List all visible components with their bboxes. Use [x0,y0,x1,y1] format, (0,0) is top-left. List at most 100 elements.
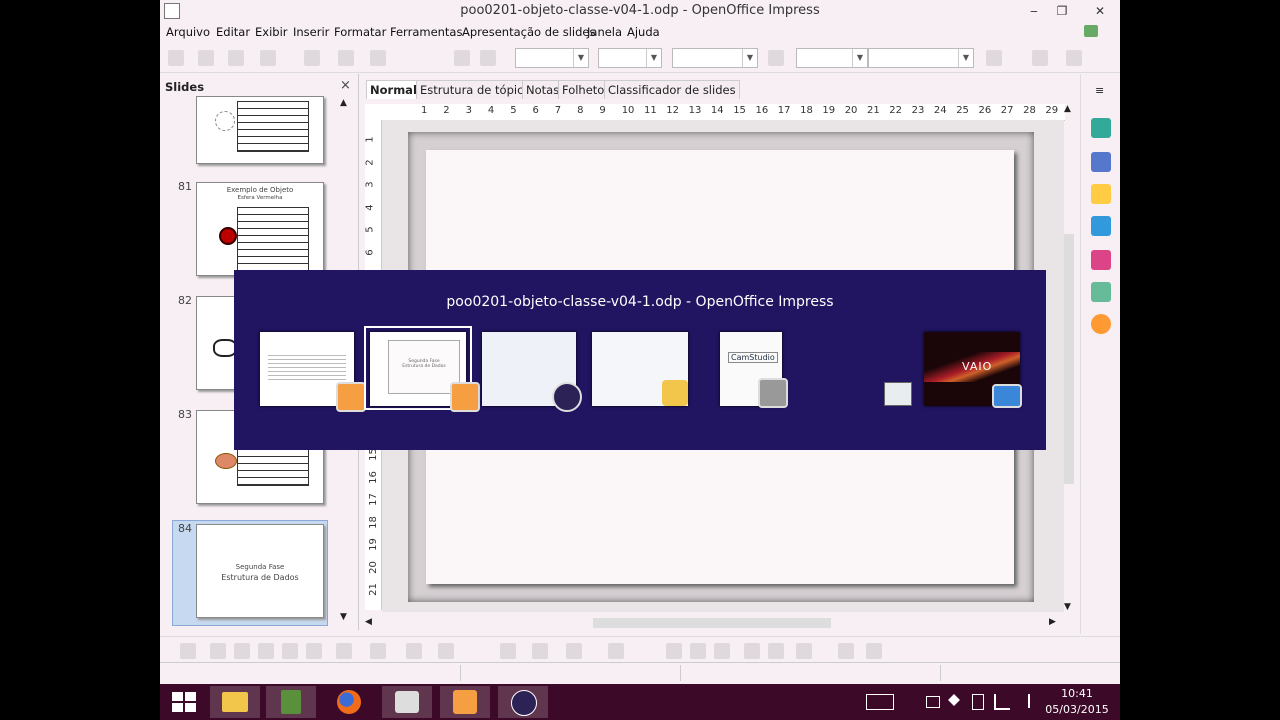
restore-button[interactable]: ❐ [1048,2,1076,20]
switcher-window-impress-2[interactable]: Segunda Fase Estrutura de Dados [370,332,480,412]
table-icon[interactable] [304,50,320,66]
tab-notas[interactable]: Notas [522,80,564,99]
slide-thumb-81[interactable]: Exemplo de Objeto Esfera Vermelha [196,182,324,276]
scroll-right-icon[interactable]: ▶ [1049,617,1056,627]
menu-inserir[interactable]: Inserir [293,25,329,39]
update-icon[interactable] [1084,25,1098,37]
horizontal-ruler[interactable]: 1 2 3 4 5 6 7 8 9 10 11 12 13 14 15 16 17 18 19 20 21 22 23 24 2… [365,104,1065,121]
arrow-style-icon[interactable] [480,50,496,66]
basic-shapes-icon[interactable] [406,643,422,659]
volume-icon[interactable] [1016,694,1030,708]
clock[interactable]: 10:41 05/03/2015 [1040,686,1114,718]
sidebar-menu-icon[interactable]: ≡ [1095,84,1104,97]
menu-ferramentas[interactable]: Ferramentas [390,25,462,39]
scroll-thumb[interactable] [1064,234,1074,484]
menu-ajuda[interactable]: Ajuda [627,25,660,39]
line-style-combo[interactable]: ▼ [515,48,589,68]
styles-icon[interactable] [1091,250,1111,270]
edit-icon[interactable] [198,50,214,66]
image-icon[interactable] [690,643,706,659]
menu-exibir[interactable]: Exibir [255,25,288,39]
master-pages-icon[interactable] [1091,152,1111,172]
switcher-window-desktop-small[interactable] [884,382,912,406]
chart-icon[interactable] [338,50,354,66]
rotate-icon[interactable] [744,643,760,659]
menu-janela[interactable]: Janela [587,25,622,39]
slides-pane-close-icon[interactable]: × [340,78,351,93]
shape-icon[interactable] [370,50,386,66]
network-icon[interactable] [994,694,1010,710]
notification-icon[interactable] [926,696,940,708]
close-button[interactable]: ✕ [1080,2,1120,20]
dropbox-icon[interactable] [948,694,960,706]
arrange-objects-icon[interactable] [838,643,854,659]
scroll-up-icon[interactable]: ▲ [1064,104,1071,114]
menu-editar[interactable]: Editar [216,25,250,39]
taskbar-openoffice[interactable] [440,686,490,718]
switcher-window-desktop[interactable]: VAIO [924,332,1022,408]
battery-icon[interactable] [972,694,984,710]
transition-icon[interactable] [1091,216,1111,236]
slide-thumb-84[interactable]: Segunda Fase Estrutura de Dados [196,524,324,618]
menu-arquivo[interactable]: Arquivo [166,25,210,39]
taskbar-firefox[interactable] [324,686,374,718]
symbol-shapes-icon[interactable] [438,643,454,659]
gallery-toolbar-icon[interactable] [714,643,730,659]
align-icon[interactable] [1032,50,1048,66]
scroll-down-icon[interactable]: ▼ [340,612,347,622]
properties-icon[interactable] [1091,118,1111,138]
scroll-left-icon[interactable]: ◀ [365,617,372,627]
scroll-up-icon[interactable]: ▲ [340,98,347,108]
ellipse-icon[interactable] [282,643,298,659]
keyboard-icon[interactable] [866,694,894,710]
flowchart-icon[interactable] [500,643,516,659]
vertical-scrollbar[interactable]: ▲ ▼ [1062,104,1076,616]
scroll-thumb[interactable] [593,618,831,628]
switcher-window-impress-1[interactable] [260,332,366,412]
switcher-window-eclipse[interactable] [482,332,582,412]
callouts-icon[interactable] [532,643,548,659]
line-width-combo[interactable]: ▼ [598,48,662,68]
fontwork-icon[interactable] [666,643,682,659]
align-objects-icon[interactable] [796,643,812,659]
taskbar-explorer[interactable] [210,686,260,718]
flip-icon[interactable] [768,643,784,659]
save-icon[interactable] [168,50,184,66]
area-fill-combo[interactable]: ▼ [868,48,974,68]
rectangle-icon[interactable] [258,643,274,659]
start-button[interactable] [160,686,210,718]
animation-icon[interactable] [1091,184,1111,204]
menu-apresentacao[interactable]: Apresentação de slides [462,25,595,39]
horizontal-scrollbar[interactable]: ◀ ▶ [365,616,1062,630]
taskbar-camstudio[interactable] [382,686,432,718]
connector-icon[interactable] [370,643,386,659]
select-icon[interactable] [180,643,196,659]
stars-icon[interactable] [566,643,582,659]
navigator-icon[interactable] [1091,314,1111,334]
line-color-combo[interactable]: ▼ [672,48,758,68]
switcher-window-explorer[interactable] [592,332,688,406]
shadow-icon[interactable] [986,50,1002,66]
area-icon[interactable] [768,50,784,66]
arrow-icon[interactable] [234,643,250,659]
taskbar-eclipse[interactable] [498,686,548,718]
tab-folheto[interactable]: Folheto [558,80,609,99]
slide-thumb-80[interactable] [196,96,324,164]
redo-icon[interactable] [260,50,276,66]
taskbar-editor[interactable] [266,686,316,718]
menu-formatar[interactable]: Formatar [334,25,386,39]
gallery-icon[interactable] [1091,282,1111,302]
points-icon[interactable] [608,643,624,659]
switcher-window-camstudio[interactable]: CamStudio [720,332,788,408]
fill-icon[interactable] [454,50,470,66]
scroll-down-icon[interactable]: ▼ [1064,602,1071,612]
undo-icon[interactable] [228,50,244,66]
extrusion-icon[interactable] [866,643,882,659]
curve-icon[interactable] [336,643,352,659]
area-style-combo[interactable]: ▼ [796,48,868,68]
line-icon[interactable] [210,643,226,659]
tab-classificador[interactable]: Classificador de slides [604,80,740,99]
text-icon[interactable] [306,643,322,659]
tab-normal[interactable]: Normal [366,80,421,99]
minimize-button[interactable]: ‒ [1020,2,1048,20]
